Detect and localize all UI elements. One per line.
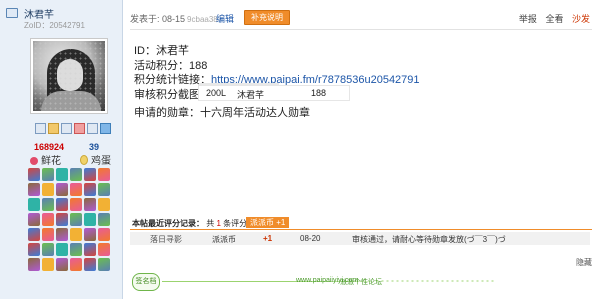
posted-by: 9cbaa38 <box>187 15 218 24</box>
medal-icon[interactable] <box>56 243 68 256</box>
egg-count: 39 <box>89 142 100 152</box>
medal-icon[interactable] <box>70 243 82 256</box>
post-actions: 举报 全看 沙发 <box>513 12 590 25</box>
posted-prefix: 发表于 <box>130 14 158 24</box>
screenshot-floor: 200L <box>206 88 227 98</box>
medal-icon[interactable] <box>42 243 54 256</box>
medal-icon[interactable] <box>56 168 68 181</box>
signature-dots <box>375 280 495 282</box>
gift-icon[interactable] <box>74 123 85 134</box>
rating-title-text: 本帖最近评分记录： <box>132 219 204 228</box>
online-status-icon <box>6 8 18 18</box>
rating-amount: +1 <box>263 234 273 243</box>
medal-icon[interactable] <box>28 213 40 226</box>
user-tools <box>35 123 111 134</box>
medal-icon[interactable] <box>84 243 96 256</box>
screenshot-image[interactable]: 200L 沐君芊 188 <box>198 83 350 101</box>
medal-icon[interactable] <box>70 213 82 226</box>
medal-icon[interactable] <box>42 228 54 241</box>
medal-icon[interactable] <box>28 183 40 196</box>
medal-icon[interactable] <box>70 258 82 271</box>
screenshot-name: 沐君芊 <box>237 90 265 100</box>
medal-line: 申请的勋章：十六周年活动达人勋章 <box>134 107 310 119</box>
egg-label: 鸡蛋 <box>91 156 111 167</box>
medal-icon[interactable] <box>98 213 110 226</box>
rating-count-prefix: 共 <box>206 219 215 228</box>
flower-icon <box>30 157 38 165</box>
medal-icon[interactable] <box>98 183 110 196</box>
id-line: ID：沐君芊 <box>134 45 189 57</box>
egg-button[interactable]: 鸡蛋 <box>80 152 111 167</box>
medal-icon[interactable] <box>70 183 82 196</box>
rating-reason: 审核通过，请耐心等待勋章发放(づ￣3￣)づ <box>352 235 506 244</box>
post-time: 发表于: 08-15 9cbaa38 <box>130 12 218 25</box>
medal-icon[interactable] <box>70 198 82 211</box>
signature-icon: 签名档 <box>132 273 160 291</box>
rating-badge: 派派币 +1 <box>246 217 290 228</box>
rating-count: 1 <box>216 219 221 228</box>
screenshot-points: 188 <box>311 88 327 98</box>
medal-icon[interactable] <box>56 213 68 226</box>
medal-icon[interactable] <box>42 183 54 196</box>
view-all-link[interactable]: 全看 <box>545 14 563 24</box>
medal-icon[interactable] <box>98 243 110 256</box>
medal-icon[interactable] <box>84 183 96 196</box>
medal-icon[interactable] <box>28 243 40 256</box>
add-friend-icon[interactable] <box>48 123 59 134</box>
report-link[interactable]: 举报 <box>519 14 537 24</box>
posted-time: : 08-15 <box>157 14 186 24</box>
group-icon[interactable] <box>100 123 111 134</box>
rating-date: 08-20 <box>300 234 321 243</box>
rating-title: 本帖最近评分记录： 共 1 条评分 <box>132 218 247 229</box>
flower-button[interactable]: 鲜花 <box>30 152 61 167</box>
user-header: 沐君芊 ZoID：20542791 <box>6 6 120 30</box>
medal-icon[interactable] <box>56 228 68 241</box>
medal-icon[interactable] <box>84 198 96 211</box>
egg-icon <box>80 155 88 165</box>
floor-label: 沙发 <box>571 14 590 24</box>
hide-link[interactable]: 隐藏 <box>576 257 592 268</box>
medal-icon[interactable] <box>84 168 96 181</box>
medal-icon[interactable] <box>84 258 96 271</box>
post-header: 发表于: 08-15 9cbaa38 编辑 补充说明 举报 全看 沙发 <box>130 9 592 30</box>
medal-icon[interactable] <box>56 198 68 211</box>
medal-icon[interactable] <box>98 168 110 181</box>
edit-link[interactable]: 编辑 <box>216 12 234 25</box>
medal-icon[interactable] <box>28 198 40 211</box>
flower-count: 168924 <box>34 142 65 152</box>
medal-icon[interactable] <box>42 258 54 271</box>
rating-user[interactable]: 落日寻影 <box>150 234 182 245</box>
medal-icon[interactable] <box>28 168 40 181</box>
medal-icon[interactable] <box>56 258 68 271</box>
rating-row: 落日寻影 派派币 +1 08-20 审核通过，请耐心等待勋章发放(づ￣3￣)づ <box>130 232 590 245</box>
medal-icon[interactable] <box>70 168 82 181</box>
medal-icon[interactable] <box>42 198 54 211</box>
medal-grid <box>28 168 114 272</box>
medal-icon[interactable] <box>28 258 40 271</box>
user-id: ZoID：20542791 <box>24 21 85 30</box>
medal-icon[interactable] <box>84 228 96 241</box>
medal-icon[interactable] <box>28 228 40 241</box>
medal-icon[interactable] <box>70 228 82 241</box>
home-icon[interactable] <box>87 123 98 134</box>
medal-icon[interactable] <box>56 183 68 196</box>
supplement-button[interactable]: 补充说明 <box>244 10 290 25</box>
rating-count-suffix: 条评分 <box>223 219 248 228</box>
rating-currency: 派派币 <box>212 235 236 244</box>
medal-icon[interactable] <box>84 213 96 226</box>
rating-divider <box>130 229 592 230</box>
avatar[interactable] <box>30 38 108 114</box>
medal-icon[interactable] <box>42 168 54 181</box>
medal-icon[interactable] <box>98 228 110 241</box>
medal-icon[interactable] <box>98 198 110 211</box>
user-sidebar: 沐君芊 ZoID：20542791 168924 39 鲜花 鸡蛋 <box>0 0 123 299</box>
message-icon[interactable] <box>35 123 46 134</box>
profile-icon[interactable] <box>61 123 72 134</box>
medal-icon[interactable] <box>98 258 110 271</box>
flower-label: 鲜花 <box>41 156 61 167</box>
signature-text: 派派个性论坛 <box>340 279 382 286</box>
medal-icon[interactable] <box>42 213 54 226</box>
